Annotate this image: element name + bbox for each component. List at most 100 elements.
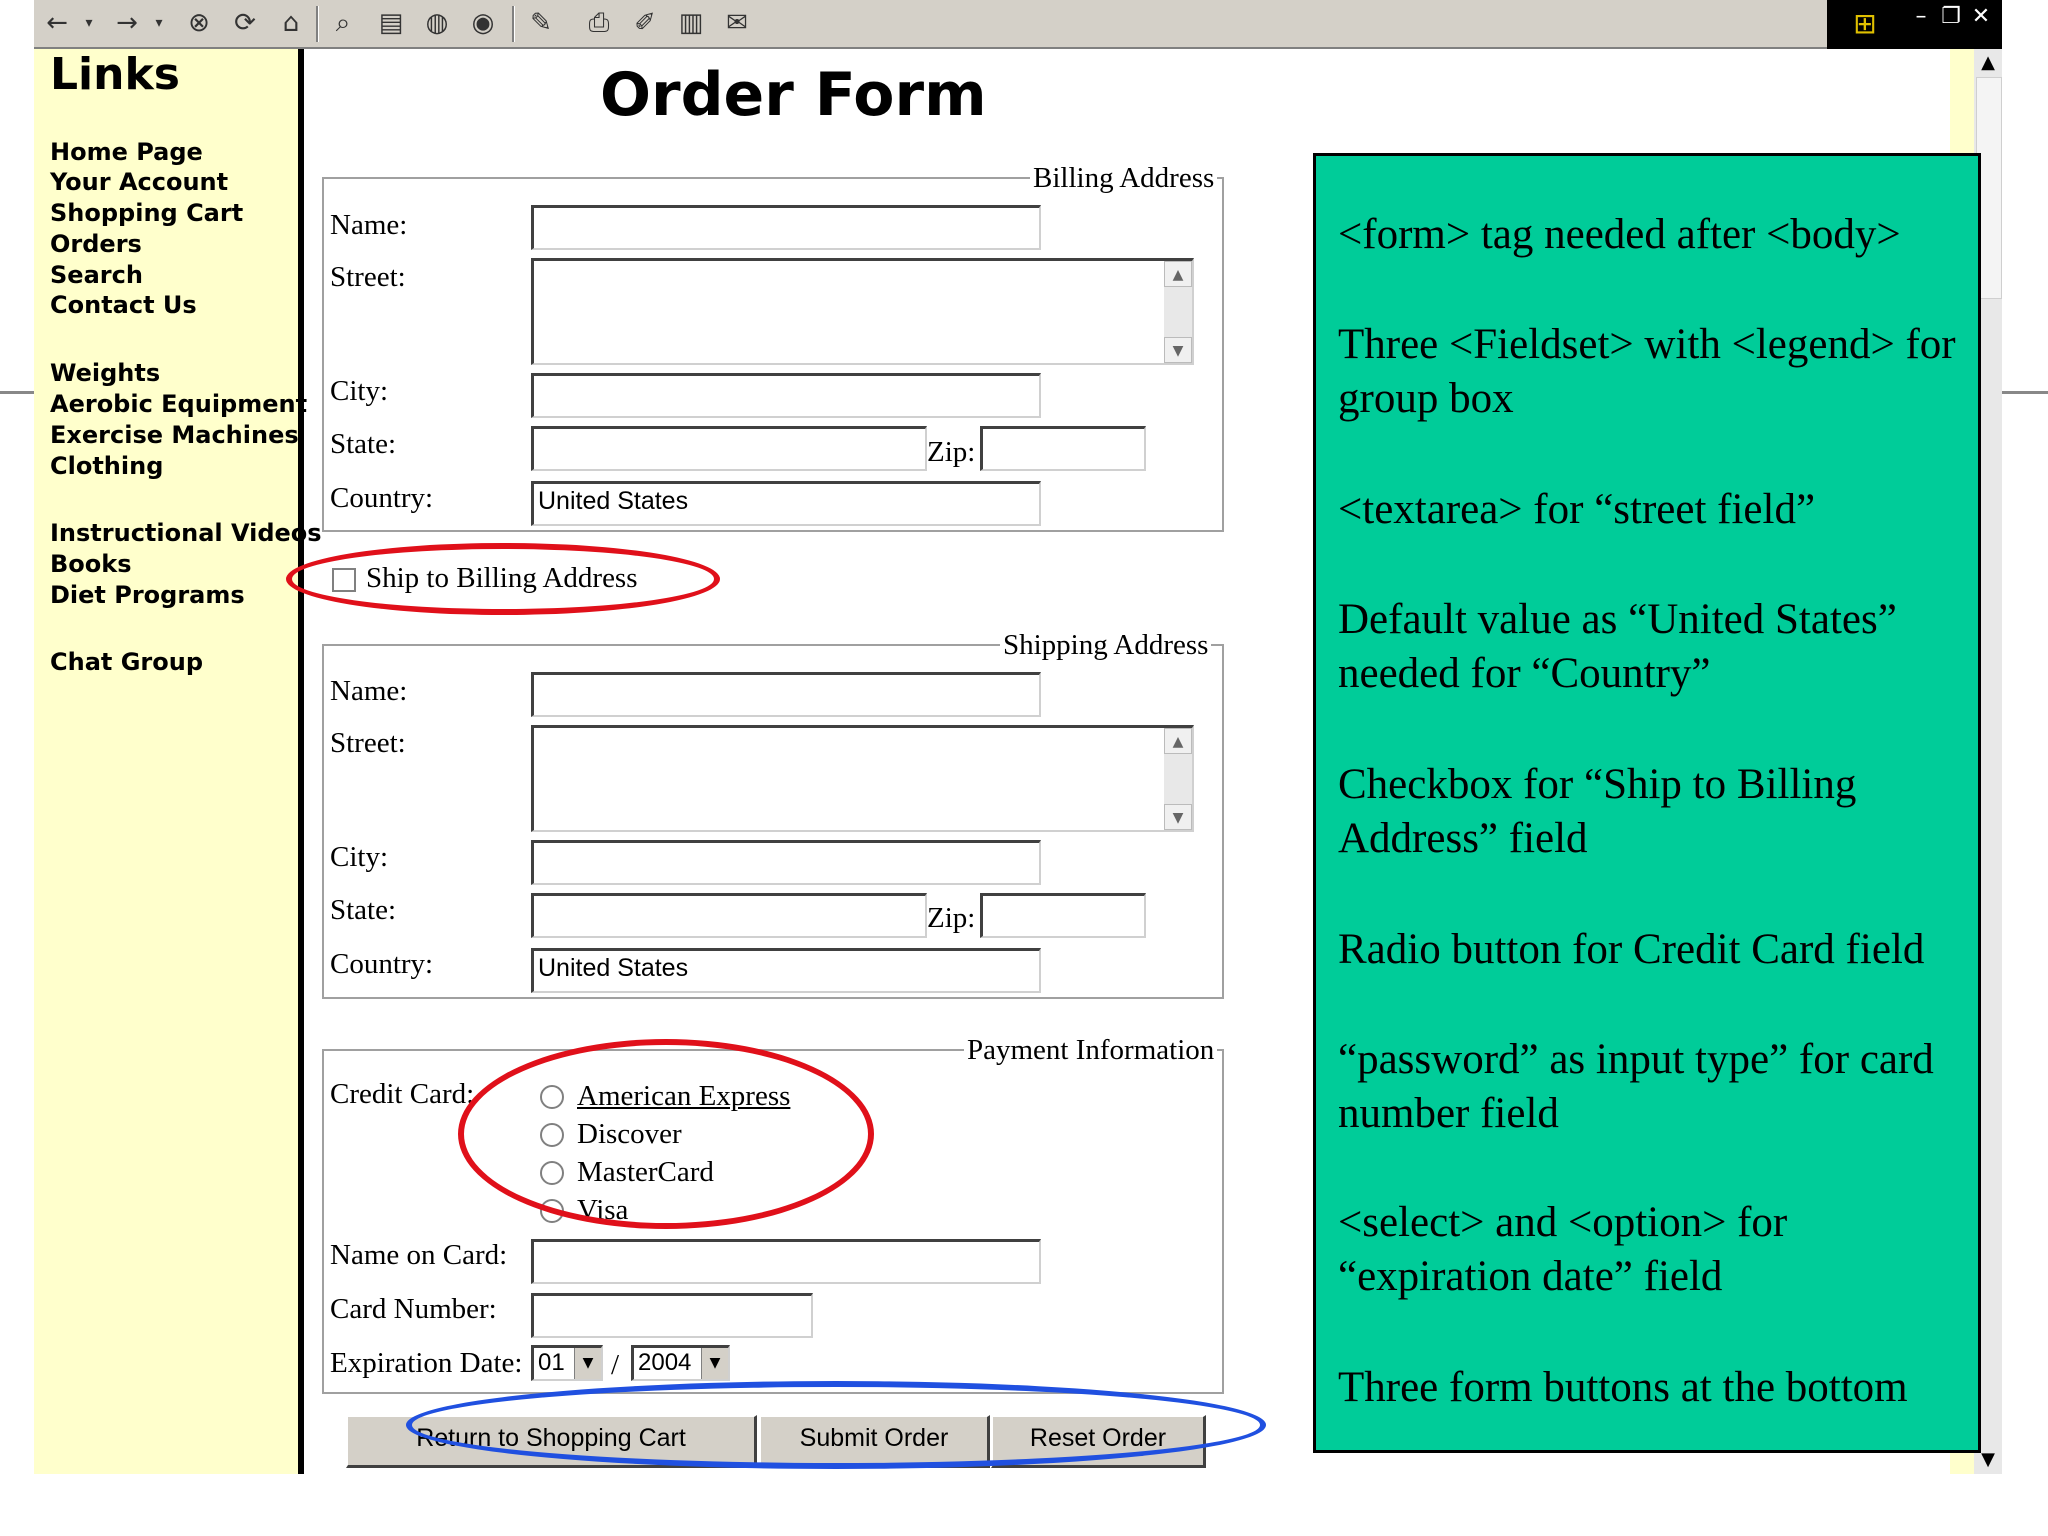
expiration-separator: / [611,1349,620,1381]
sidebar-link-exercise-machines[interactable]: Exercise Machines [50,420,299,450]
shipping-city-input[interactable] [531,840,1041,885]
home-icon[interactable]: ⌂ [274,6,308,40]
expiration-month-value: 01 [538,1349,565,1376]
expiration-date-label: Expiration Date: [330,1347,523,1379]
sidebar-link-home-page[interactable]: Home Page [50,137,203,167]
sidebar-link-books[interactable]: Books [50,549,132,579]
note-item: Radio button for Credit Card field [1338,926,1925,973]
scroll-down-icon[interactable]: ▼ [1164,804,1192,830]
shipping-street-label: Street: [330,727,406,759]
divider-line [2002,391,2048,394]
billing-city-input[interactable] [531,373,1041,418]
document-icon[interactable]: ▥ [674,6,708,40]
shipping-zip-label: Zip: [927,902,976,934]
credit-card-label: Credit Card: [330,1078,475,1110]
card-number-input[interactable] [531,1293,813,1338]
toolbar-separator [512,6,515,42]
scroll-down-icon[interactable]: ▼ [1164,337,1192,363]
billing-city-label: City: [330,375,389,407]
shipping-city-label: City: [330,841,389,873]
sidebar-link-diet-programs[interactable]: Diet Programs [50,580,245,610]
scroll-up-icon[interactable]: ▲ [1164,728,1192,754]
window-controls: ⊞ – ❐ ✕ [1827,0,2002,49]
billing-zip-input[interactable] [980,426,1146,471]
shipping-street-textarea[interactable]: ▲ ▼ [531,725,1194,832]
sidebar-link-orders[interactable]: Orders [50,229,142,259]
shipping-country-input[interactable]: United States [531,948,1041,993]
sidebar-link-weights[interactable]: Weights [50,358,160,388]
media-icon[interactable]: ◉ [466,6,500,40]
note-item: <select> and <option> for “expiration da… [1338,1199,1788,1300]
billing-state-input[interactable] [531,426,927,471]
print-icon[interactable]: ⎙ [582,6,616,40]
dropdown-arrow-icon[interactable]: ▾ [142,6,176,40]
close-icon[interactable]: ✕ [1967,2,1995,32]
sidebar-link-clothing[interactable]: Clothing [50,451,163,481]
chevron-down-icon[interactable]: ▼ [701,1348,728,1379]
edit-icon[interactable]: ✎ [524,6,558,40]
stop-icon[interactable]: ⊗ [182,6,216,40]
note-item: Three <Fieldset> with <legend> for group… [1338,321,1956,422]
dropdown-arrow-icon[interactable]: ▾ [72,6,106,40]
expiration-month-select[interactable]: 01 ▼ [531,1345,603,1381]
windows-logo-icon: ⊞ [1853,7,1877,40]
minimize-icon[interactable]: – [1907,2,1935,32]
note-item: Default value as “United States” needed … [1338,596,1897,697]
shipping-state-input[interactable] [531,893,927,938]
sidebar-link-your-account[interactable]: Your Account [50,167,228,197]
sidebar-link-chat-group[interactable]: Chat Group [50,647,203,677]
sidebar-link-aerobic-equipment[interactable]: Aerobic Equipment [50,389,307,419]
page-title: Order Form [600,60,987,130]
billing-legend: Billing Address [1030,162,1218,195]
note-item: <form> tag needed after <body> [1338,211,1901,258]
card-number-label: Card Number: [330,1293,497,1325]
search-icon[interactable]: ⌕ [326,6,360,40]
textarea-scrollbar[interactable]: ▲ ▼ [1164,728,1192,830]
shipping-legend: Shipping Address [1000,629,1212,662]
billing-name-input[interactable] [531,205,1041,250]
billing-country-input[interactable]: United States [531,481,1041,526]
billing-state-label: State: [330,428,397,460]
name-on-card-label: Name on Card: [330,1239,508,1271]
restore-icon[interactable]: ❐ [1937,2,1965,32]
billing-street-label: Street: [330,261,406,293]
billing-zip-label: Zip: [927,436,976,468]
name-on-card-input[interactable] [531,1239,1041,1284]
billing-country-label: Country: [330,482,434,514]
annotation-oval-buttons [406,1381,1266,1469]
refresh-icon[interactable]: ⟳ [228,6,262,40]
sidebar-link-contact-us[interactable]: Contact Us [50,290,197,320]
shipping-country-label: Country: [330,948,434,980]
shipping-name-input[interactable] [531,672,1041,717]
textarea-scrollbar[interactable]: ▲ ▼ [1164,261,1192,363]
annotation-oval-radio [458,1039,874,1229]
billing-name-label: Name: [330,209,408,241]
forward-arrow-icon[interactable]: → [110,6,144,40]
notes-panel: <form> tag needed after <body> Three <Fi… [1313,153,1981,1453]
toolbar-separator [316,6,319,42]
chevron-down-icon[interactable]: ▼ [574,1348,601,1379]
favorites-icon[interactable]: ▤ [374,6,408,40]
annotation-oval-checkbox [286,543,720,615]
sidebar-link-instructional-videos[interactable]: Instructional Videos [50,518,322,548]
sidebar-link-shopping-cart[interactable]: Shopping Cart [50,198,243,228]
sidebar-link-search[interactable]: Search [50,260,143,290]
history-icon[interactable]: ◍ [420,6,454,40]
shipping-name-label: Name: [330,675,408,707]
note-item: Three form buttons at the bottom [1338,1364,1908,1411]
expiration-year-value: 2004 [638,1349,692,1376]
scroll-up-icon[interactable]: ▲ [1974,49,2002,77]
sidebar-title: Links [50,49,180,100]
payment-legend: Payment Information [964,1034,1218,1067]
browser-toolbar: ← ▾ → ▾ ⊗ ⟳ ⌂ ⌕ ▤ ◍ ◉ ✎ ⎙ ✐ ▥ ✉ [34,0,1827,49]
edit-page-icon[interactable]: ✐ [628,6,662,40]
expiration-year-select[interactable]: 2004 ▼ [631,1345,730,1381]
divider-line [0,391,34,394]
note-item: “password” as input type” for card numbe… [1338,1036,1934,1137]
scroll-up-icon[interactable]: ▲ [1164,261,1192,287]
messenger-icon[interactable]: ✉ [720,6,754,40]
billing-street-textarea[interactable]: ▲ ▼ [531,258,1194,365]
shipping-zip-input[interactable] [980,893,1146,938]
back-arrow-icon[interactable]: ← [40,6,74,40]
note-item: <textarea> for “street field” [1338,486,1816,533]
